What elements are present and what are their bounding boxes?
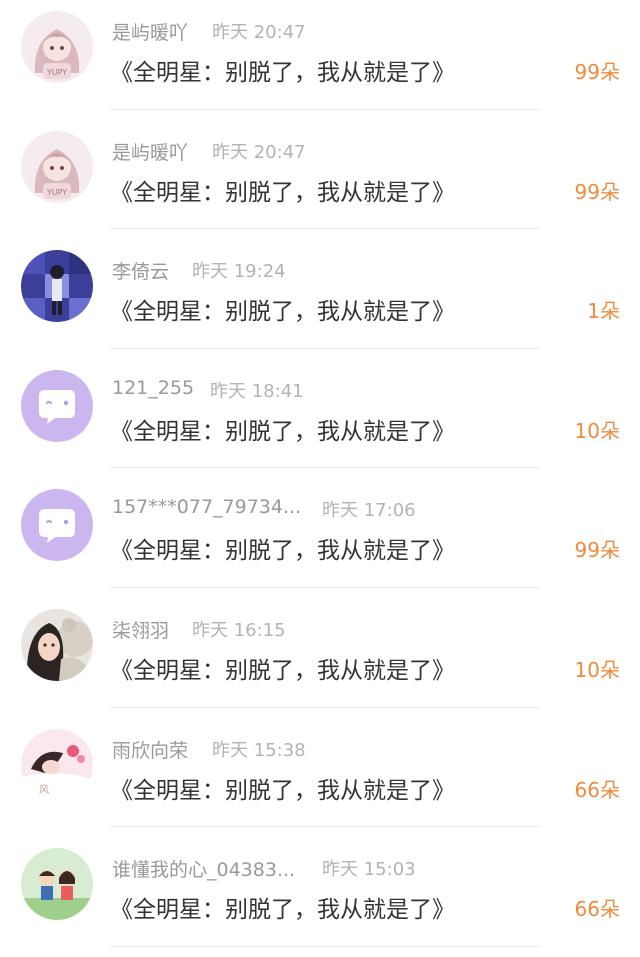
comment-row[interactable]: 柒翎羽 昨天 16:15 《全明星：别脱了，我从就是了》 10朵 xyxy=(0,598,640,718)
timestamp: 昨天 20:47 xyxy=(212,141,306,163)
flower-count: 66朵 xyxy=(574,897,620,922)
divider xyxy=(110,586,540,588)
flower-count: 99朵 xyxy=(574,60,620,84)
user-avatar[interactable] xyxy=(21,489,93,562)
default-chat-avatar-icon xyxy=(21,489,93,562)
divider xyxy=(110,228,540,230)
default-chat-avatar-icon xyxy=(21,369,93,442)
flower-count: 1朵 xyxy=(587,299,620,324)
divider xyxy=(110,347,540,349)
comment-row[interactable]: 谁懂我的心_04383... 昨天 15:03 《全明星：别脱了，我从就是了》 … xyxy=(0,837,640,957)
pixel-photo-avatar-icon xyxy=(21,250,93,323)
comment-text[interactable]: 《全明星：别脱了，我从就是了》 xyxy=(110,292,455,326)
sleeping-girl-avatar-icon: 风 xyxy=(21,728,93,801)
username[interactable]: 是屿暖吖 xyxy=(112,138,188,165)
timestamp: 昨天 19:24 xyxy=(192,261,286,283)
username[interactable]: 李倚云 xyxy=(112,257,169,284)
timestamp: 昨天 17:06 xyxy=(322,500,416,522)
flower-count: 66朵 xyxy=(574,777,620,802)
divider xyxy=(110,467,540,469)
comment-text[interactable]: 《全明星：别脱了，我从就是了》 xyxy=(110,53,455,87)
username[interactable]: 雨欣向荣 xyxy=(112,736,188,763)
comment-row[interactable]: 风 雨欣向荣 昨天 15:38 《全明星：别脱了，我从就是了》 66朵 xyxy=(0,718,640,838)
username[interactable]: 121_255 xyxy=(112,377,194,399)
comment-row[interactable]: YUPY 是屿暖吖 昨天 20:47 《全明星：别脱了，我从就是了》 99朵 xyxy=(0,0,640,120)
anime-girl-avatar-icon: YUPY xyxy=(21,130,93,203)
divider xyxy=(110,826,540,828)
comment-list: YUPY 是屿暖吖 昨天 20:47 《全明星：别脱了，我从就是了》 99朵 Y… xyxy=(0,0,640,957)
comment-text[interactable]: 《全明星：别脱了，我从就是了》 xyxy=(110,771,455,805)
flower-count: 99朵 xyxy=(574,538,620,563)
user-avatar[interactable] xyxy=(21,250,93,323)
flower-count: 10朵 xyxy=(574,657,620,682)
comment-text[interactable]: 《全明星：别脱了，我从就是了》 xyxy=(110,531,455,565)
svg-text:YUPY: YUPY xyxy=(46,68,67,77)
user-avatar[interactable] xyxy=(21,848,93,921)
username[interactable]: 157***077_79734... xyxy=(112,496,301,518)
user-avatar[interactable] xyxy=(21,369,93,442)
svg-text:YUPY: YUPY xyxy=(46,188,67,197)
comment-text[interactable]: 《全明星：别脱了，我从就是了》 xyxy=(110,651,455,685)
comment-row[interactable]: 李倚云 昨天 19:24 《全明星：别脱了，我从就是了》 1朵 xyxy=(0,239,640,359)
cartoon-couple-avatar-icon xyxy=(21,848,93,921)
timestamp: 昨天 20:47 xyxy=(212,22,306,43)
comment-row[interactable]: 157***077_79734... 昨天 17:06 《全明星：别脱了，我从就… xyxy=(0,478,640,598)
flower-count: 10朵 xyxy=(574,418,620,443)
divider xyxy=(110,108,540,110)
user-avatar[interactable]: YUPY xyxy=(21,130,93,203)
comment-text[interactable]: 《全明星：别脱了，我从就是了》 xyxy=(110,890,455,924)
username[interactable]: 柒翎羽 xyxy=(112,616,169,643)
timestamp: 昨天 18:41 xyxy=(210,380,304,402)
user-avatar[interactable]: YUPY xyxy=(21,11,93,83)
username[interactable]: 谁懂我的心_04383... xyxy=(112,855,295,882)
divider xyxy=(110,945,540,947)
comment-row[interactable]: YUPY 是屿暖吖 昨天 20:47 《全明星：别脱了，我从就是了》 99朵 xyxy=(0,120,640,240)
comment-text[interactable]: 《全明星：别脱了，我从就是了》 xyxy=(110,173,455,207)
user-avatar[interactable]: 风 xyxy=(21,728,93,801)
timestamp: 昨天 15:38 xyxy=(212,739,306,761)
flower-count: 99朵 xyxy=(574,179,620,204)
username[interactable]: 是屿暖吖 xyxy=(112,18,188,45)
anime-girl-avatar-icon: YUPY xyxy=(21,11,93,83)
user-avatar[interactable] xyxy=(21,608,93,681)
comment-row[interactable]: 121_255 昨天 18:41 《全明星：别脱了，我从就是了》 10朵 xyxy=(0,359,640,479)
timestamp: 昨天 15:03 xyxy=(322,859,416,881)
comment-text[interactable]: 《全明星：别脱了，我从就是了》 xyxy=(110,412,455,446)
divider xyxy=(110,706,540,708)
svg-text:风: 风 xyxy=(39,784,49,796)
girl-with-bear-avatar-icon xyxy=(21,608,93,681)
timestamp: 昨天 16:15 xyxy=(192,619,286,641)
